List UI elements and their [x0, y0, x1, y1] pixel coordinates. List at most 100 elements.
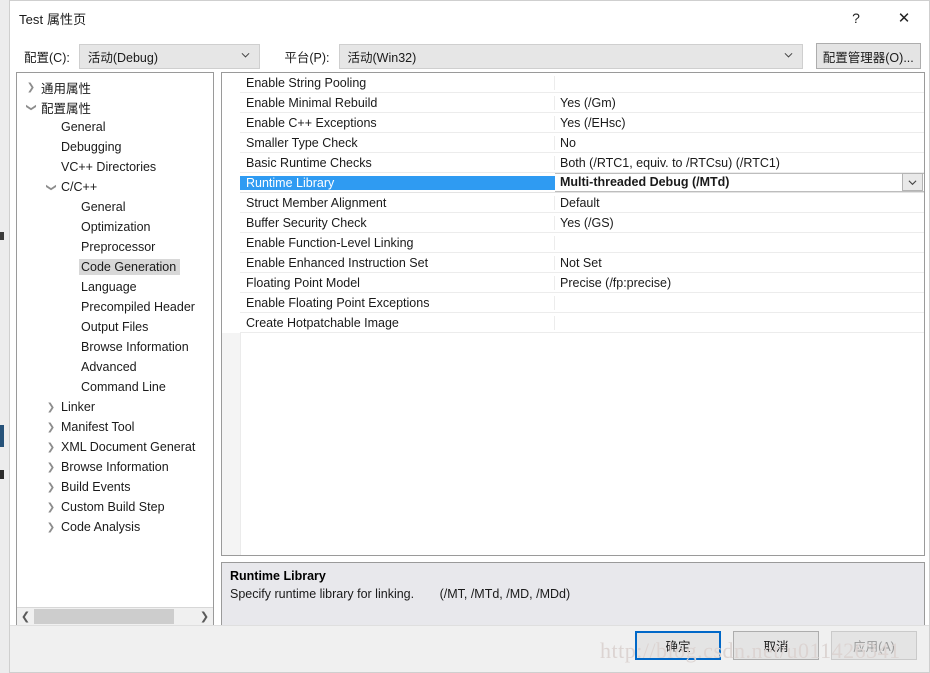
platform-value: 活动(Win32) [347, 50, 417, 65]
property-value[interactable]: Not Set [555, 256, 924, 270]
chevron-right-icon[interactable]: ❯ [43, 422, 59, 433]
property-value[interactable]: Precise (/fp:precise) [555, 276, 924, 290]
property-name: Floating Point Model [240, 275, 555, 290]
property-pages-dialog: Test 属性页 ? ✕ 配置(C): 活动(Debug) 平台(P): 活动(… [9, 0, 930, 673]
tree-item[interactable]: ❯ 通用属性 [17, 77, 213, 97]
tree-item-label: 通用属性 [41, 81, 92, 96]
help-icon[interactable]: ? [833, 1, 879, 35]
configuration-manager-button[interactable]: 配置管理器(O)... [815, 43, 921, 69]
cancel-button[interactable]: 取消 [733, 631, 819, 660]
chevron-down-icon [908, 179, 917, 185]
configuration-bar: 配置(C): 活动(Debug) 平台(P): 活动(Win32) 配置管理器(… [10, 40, 929, 72]
tree-item-label: Command Line [81, 380, 166, 394]
platform-dropdown[interactable]: 活动(Win32) [338, 43, 803, 69]
background-fragment-2 [0, 425, 4, 447]
scroll-right-icon[interactable]: ❯ [196, 608, 213, 625]
tree-item[interactable]: ❯ Custom Build Step [17, 497, 213, 517]
tree-item[interactable]: Optimization [17, 217, 213, 237]
property-value[interactable]: Yes (/EHsc) [555, 116, 924, 130]
tree-item[interactable]: Precompiled Header [17, 297, 213, 317]
property-row[interactable]: Create Hotpatchable Image [240, 313, 924, 333]
chevron-right-icon[interactable]: ❯ [43, 402, 59, 413]
description-text: Specify runtime library for linking. [230, 587, 415, 601]
tree-item[interactable]: Advanced [17, 357, 213, 377]
tree-item[interactable]: ❯ Code Analysis [17, 517, 213, 537]
chevron-right-icon[interactable]: ❯ [43, 482, 59, 493]
property-name: Enable String Pooling [240, 75, 555, 90]
tree-item[interactable]: Code Generation [17, 257, 213, 277]
property-name: Create Hotpatchable Image [240, 315, 555, 330]
tree-item[interactable]: ❯ 配置属性 [17, 97, 213, 117]
right-pane: Enable String Pooling Enable Minimal Rebu… [221, 72, 925, 626]
property-row[interactable]: Basic Runtime Checks Both (/RTC1, equiv. … [240, 153, 924, 173]
chevron-right-icon[interactable]: ❯ [43, 442, 59, 453]
property-row[interactable]: Smaller Type Check No [240, 133, 924, 153]
scroll-left-icon[interactable]: ❮ [17, 608, 34, 625]
window-title: Test 属性页 [19, 11, 87, 27]
property-value[interactable]: Multi-threaded Debug (/MTd) [555, 173, 924, 192]
chevron-right-icon[interactable]: ❯ [23, 82, 39, 93]
tree-item[interactable]: General [17, 197, 213, 217]
property-value[interactable]: No [555, 136, 924, 150]
property-row[interactable]: Enable Function-Level Linking [240, 233, 924, 253]
tree-horizontal-scrollbar[interactable]: ❮ ❯ [17, 607, 213, 625]
tree-item[interactable]: ❯ XML Document Generat [17, 437, 213, 457]
property-row[interactable]: Buffer Security Check Yes (/GS) [240, 213, 924, 233]
tree-item-label: Language [81, 280, 137, 294]
chevron-right-icon[interactable]: ❯ [43, 502, 59, 513]
tree-item-label: Code Analysis [61, 520, 141, 534]
property-name: Struct Member Alignment [240, 195, 555, 210]
title-bar: Test 属性页 ? ✕ [10, 1, 929, 35]
property-name: Basic Runtime Checks [240, 155, 555, 170]
property-value[interactable]: Yes (/GS) [555, 216, 924, 230]
tree-item[interactable]: ❯ Linker [17, 397, 213, 417]
tree-item[interactable]: Browse Information [17, 337, 213, 357]
tree-item-label: Preprocessor [81, 240, 156, 254]
tree-item-label: Output Files [81, 320, 149, 334]
tree-item[interactable]: ❯ C/C++ [17, 177, 213, 197]
property-row[interactable]: Enable String Pooling [240, 73, 924, 93]
ok-button[interactable]: 确定 [635, 631, 721, 660]
property-value[interactable]: Both (/RTC1, equiv. to /RTCsu) (/RTC1) [555, 156, 924, 170]
property-row[interactable]: Enable Floating Point Exceptions [240, 293, 924, 313]
property-value[interactable]: Default [555, 196, 924, 210]
settings-tree[interactable]: ❯ 通用属性 ❯ 配置属性 General Debugging VC++ Directori… [17, 73, 213, 607]
property-row[interactable]: Struct Member Alignment Default [240, 193, 924, 213]
property-row-selected[interactable]: Runtime Library Multi-threaded Debug (/MT… [240, 173, 924, 193]
tree-item-label: Optimization [81, 220, 151, 234]
tree-item-label: General [81, 200, 126, 214]
chevron-right-icon[interactable]: ❯ [43, 462, 59, 473]
chevron-down-icon[interactable]: ❯ [46, 179, 57, 195]
tree-item[interactable]: Command Line [17, 377, 213, 397]
background-fragment-3 [0, 470, 4, 479]
tree-item[interactable]: ❯ Build Events [17, 477, 213, 497]
chevron-down-icon [784, 52, 792, 58]
tree-item[interactable]: ❯ Browse Information [17, 457, 213, 477]
chevron-down-icon[interactable]: ❯ [26, 99, 37, 115]
property-row[interactable]: Floating Point Model Precise (/fp:precise… [240, 273, 924, 293]
property-value[interactable]: Yes (/Gm) [555, 96, 924, 110]
property-row[interactable]: Enable C++ Exceptions Yes (/EHsc) [240, 113, 924, 133]
tree-item[interactable]: Preprocessor [17, 237, 213, 257]
tree-item-label: Browse Information [81, 340, 189, 354]
close-icon[interactable]: ✕ [879, 1, 929, 35]
tree-item[interactable]: General [17, 117, 213, 137]
configuration-dropdown[interactable]: 活动(Debug) [78, 43, 261, 69]
tree-item[interactable]: ❯ Manifest Tool [17, 417, 213, 437]
scrollbar-track[interactable] [34, 608, 196, 625]
configuration-value: 活动(Debug) [87, 50, 158, 65]
scrollbar-thumb[interactable] [34, 609, 174, 624]
property-value-dropdown-button[interactable] [902, 173, 923, 191]
title-bar-buttons: ? ✕ [833, 1, 929, 35]
tree-item-label: XML Document Generat [61, 440, 196, 454]
property-row[interactable]: Enable Minimal Rebuild Yes (/Gm) [240, 93, 924, 113]
tree-item[interactable]: Debugging [17, 137, 213, 157]
tree-item[interactable]: Language [17, 277, 213, 297]
property-row[interactable]: Enable Enhanced Instruction Set Not Set [240, 253, 924, 273]
chevron-right-icon[interactable]: ❯ [43, 522, 59, 533]
tree-item-label: Code Generation [79, 259, 181, 275]
tree-item-label: 配置属性 [41, 101, 92, 116]
tree-item[interactable]: VC++ Directories [17, 157, 213, 177]
tree-item-label: General [61, 120, 106, 134]
tree-item[interactable]: Output Files [17, 317, 213, 337]
